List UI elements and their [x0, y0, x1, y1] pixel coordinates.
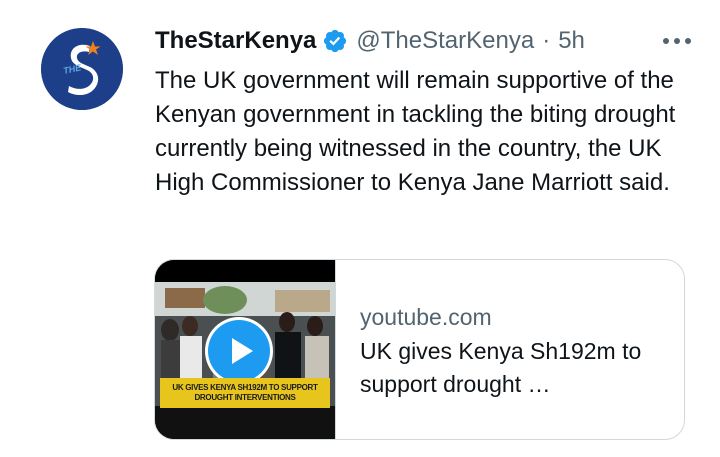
thumbnail-banner-line2: DROUGHT INTERVENTIONS — [194, 393, 296, 402]
card-body[interactable]: youtube.com UK gives Kenya Sh192m to sup… — [335, 260, 684, 439]
tweet-header: TheStarKenya @TheStarKenya · 5h — [155, 24, 695, 58]
link-card[interactable]: UK GIVES KENYA SH192M TO SUPPORT DROUGHT… — [154, 259, 685, 440]
thestar-logo: THE — [41, 28, 123, 110]
separator-dot: · — [542, 27, 551, 54]
card-thumbnail[interactable]: UK GIVES KENYA SH192M TO SUPPORT DROUGHT… — [155, 260, 335, 439]
tweet-text: The UK government will remain supportive… — [155, 67, 676, 196]
timestamp[interactable]: 5h — [558, 27, 585, 55]
avatar[interactable]: THE — [41, 28, 123, 110]
play-icon — [208, 320, 270, 382]
verified-badge-icon[interactable] — [322, 28, 348, 54]
more-horizontal-icon[interactable] — [659, 24, 695, 58]
thumbnail-banner: UK GIVES KENYA SH192M TO SUPPORT DROUGHT… — [160, 378, 330, 408]
card-domain: youtube.com — [360, 304, 492, 330]
thumbnail-banner-line1: UK GIVES KENYA SH192M TO SUPPORT — [172, 383, 318, 392]
display-name[interactable]: TheStarKenya — [155, 27, 316, 55]
card-title: UK gives Kenya Sh192m to support drought… — [360, 338, 642, 397]
play-button[interactable] — [205, 317, 273, 385]
handle[interactable]: @TheStarKenya — [356, 27, 534, 55]
